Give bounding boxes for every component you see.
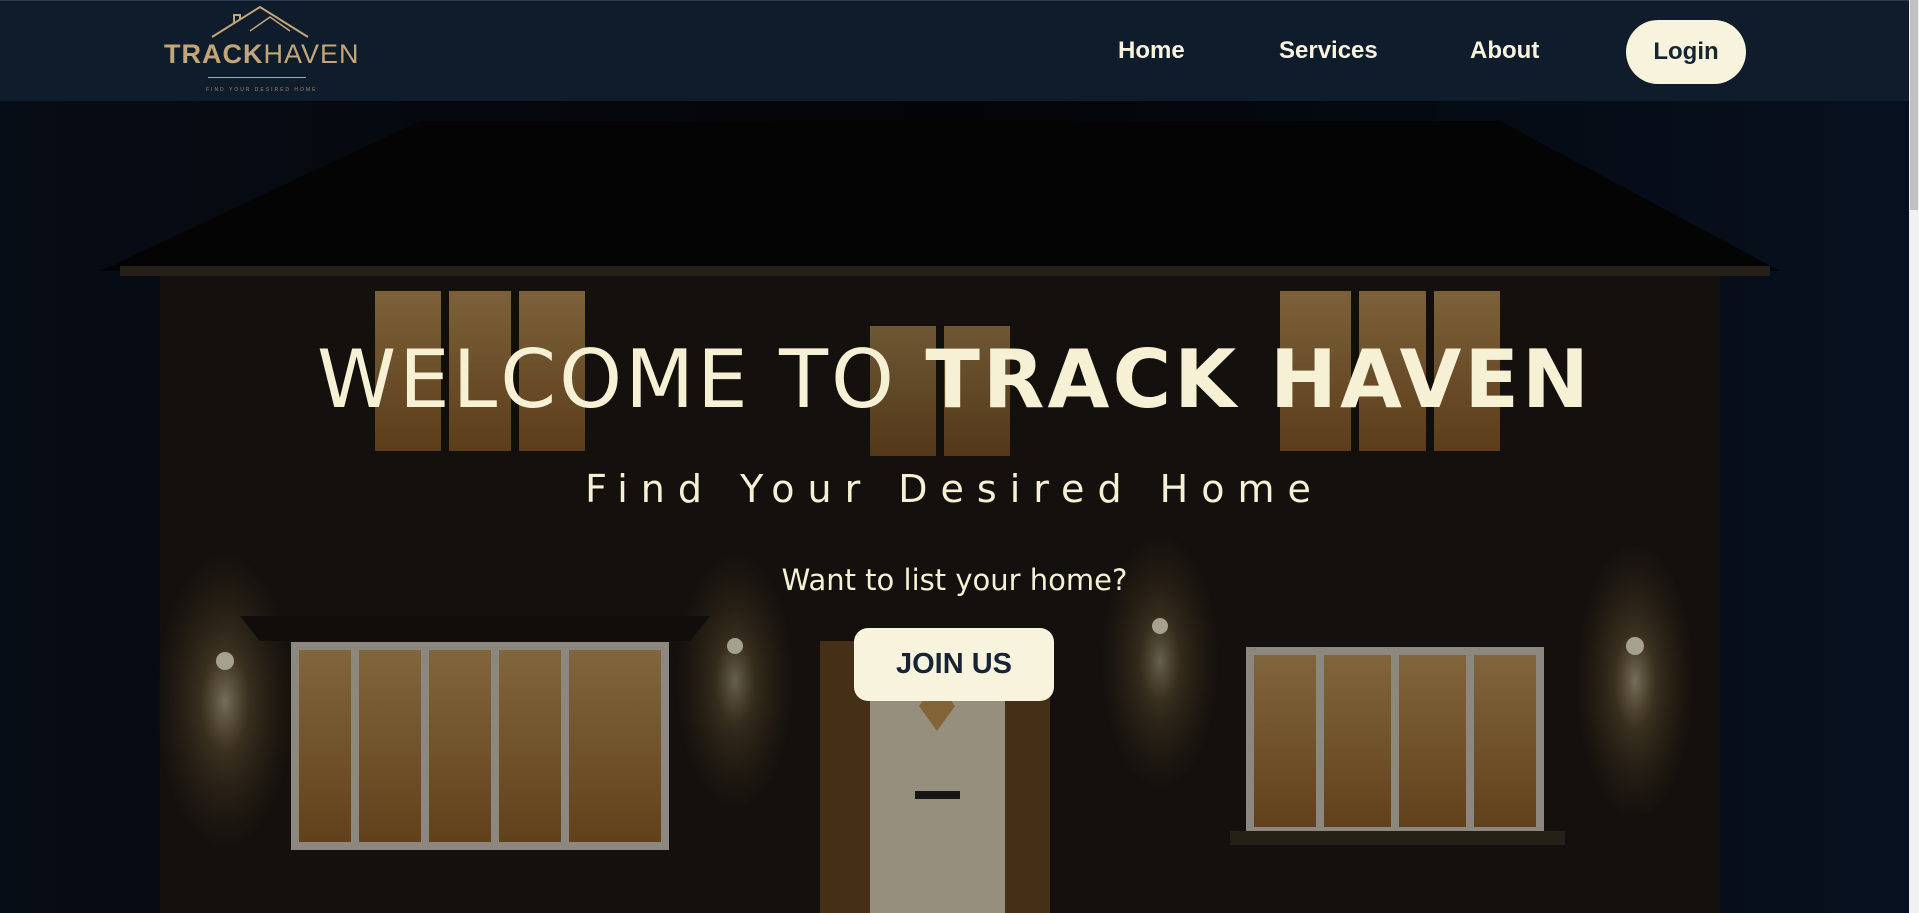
logo-tagline: FIND YOUR DESIRED HOME (206, 87, 318, 93)
house-roof-icon (211, 5, 309, 38)
nav-about-link[interactable]: About (1470, 37, 1539, 65)
nav-services-link[interactable]: Services (1279, 37, 1378, 65)
hero-section: WELCOME TO TRACK HAVEN Find Your Desired… (0, 101, 1909, 913)
logo[interactable]: TRACKHAVEN FIND YOUR DESIRED HOME (160, 5, 360, 97)
join-us-button[interactable]: JOIN US (854, 628, 1054, 701)
navbar: TRACKHAVEN FIND YOUR DESIRED HOME Home S… (0, 0, 1909, 101)
logo-divider (208, 77, 306, 78)
nav-home-link[interactable]: Home (1118, 37, 1185, 65)
hero-subtitle: Find Your Desired Home (585, 467, 1324, 511)
login-button[interactable]: Login (1626, 20, 1746, 84)
page-scrollbar[interactable] (1909, 0, 1919, 913)
scrollbar-thumb[interactable] (1910, 0, 1918, 210)
logo-wordmark: TRACKHAVEN (164, 39, 360, 69)
list-home-prompt: Want to list your home? (781, 563, 1128, 597)
hero-title: WELCOME TO TRACK HAVEN (317, 333, 1592, 426)
